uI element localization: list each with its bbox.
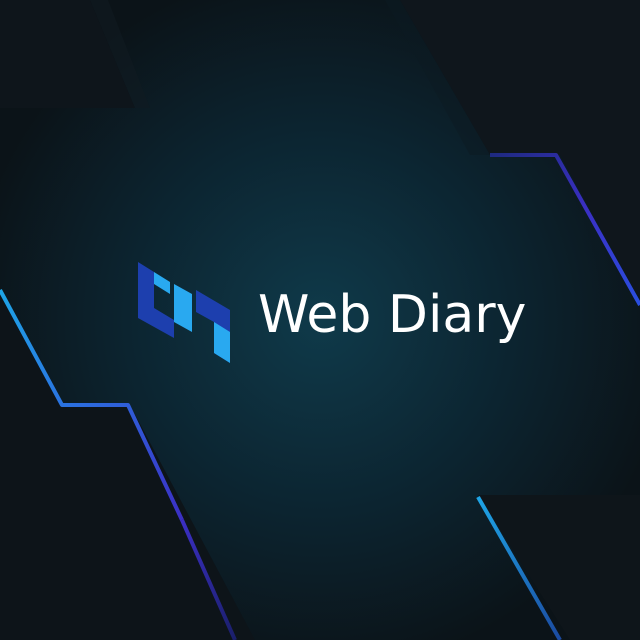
banner: Web Diary	[0, 0, 640, 640]
web-diary-logo-icon	[138, 262, 230, 363]
brand-name: Web Diary	[258, 284, 527, 345]
brand-lockup: Web Diary	[134, 260, 526, 365]
